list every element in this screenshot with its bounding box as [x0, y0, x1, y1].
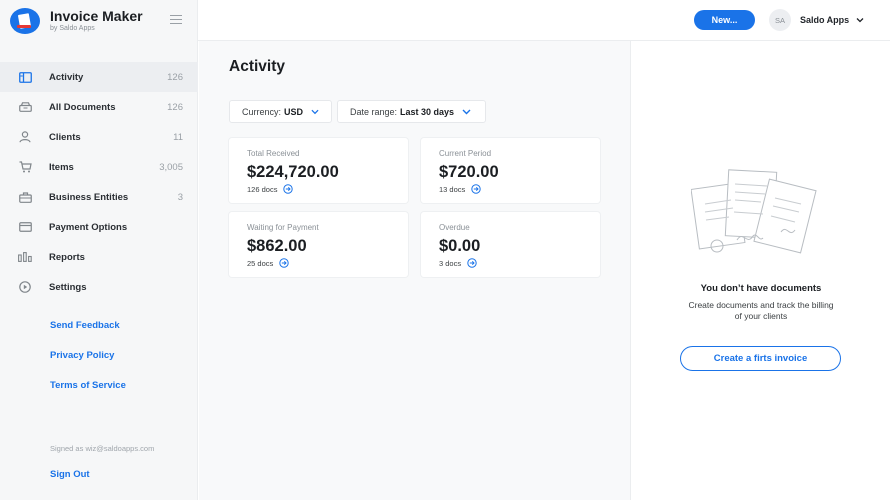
documents-icon — [18, 100, 32, 114]
arrow-right-circle-icon[interactable] — [279, 258, 289, 268]
bar-chart-icon — [18, 250, 32, 264]
cart-icon — [18, 160, 32, 174]
arrow-right-circle-icon[interactable] — [283, 184, 294, 194]
documents-illustration-icon — [691, 169, 817, 254]
page-title: Activity — [229, 58, 285, 75]
stat-card-docs: 3 docs — [439, 258, 462, 268]
create-invoice-button[interactable]: Create a firts invoice — [680, 346, 841, 371]
signed-in-as: Signed as wiz@saldoapps.com — [50, 444, 155, 453]
stat-card-overdue[interactable]: Overdue $0.00 3 docs — [421, 212, 600, 277]
sidebar-item-count: 126 — [167, 71, 183, 83]
sidebar: Invoice Maker by Saldo Apps Activity 126… — [0, 0, 198, 500]
user-icon — [18, 130, 32, 144]
sidebar-item-count: 11 — [173, 131, 183, 143]
user-name: Saldo Apps — [800, 15, 850, 25]
sidebar-item-settings[interactable]: Settings — [0, 272, 198, 302]
empty-state-panel: You don’t have documents Create document… — [630, 41, 890, 500]
sidebar-item-all-documents[interactable]: All Documents 126 — [0, 92, 198, 122]
top-bar: New... SA Saldo Apps — [198, 0, 890, 41]
sidebar-item-label: Items — [49, 161, 74, 173]
stat-card-waiting-for-payment[interactable]: Waiting for Payment $862.00 25 docs — [229, 212, 408, 277]
stat-card-value: $0.00 — [439, 237, 481, 255]
invoice-maker-logo-icon — [10, 8, 40, 34]
brand[interactable]: Invoice Maker by Saldo Apps — [10, 7, 143, 35]
activity-icon — [18, 70, 32, 84]
currency-filter-value: USD — [284, 106, 304, 117]
sidebar-item-activity[interactable]: Activity 126 — [0, 62, 198, 92]
stat-card-value: $862.00 — [247, 237, 307, 255]
credit-card-icon — [18, 220, 32, 234]
sidebar-item-label: Activity — [49, 71, 84, 83]
chevron-down-icon — [462, 109, 471, 114]
sidebar-item-label: All Documents — [49, 101, 116, 113]
user-menu[interactable]: SA Saldo Apps — [769, 9, 864, 31]
sidebar-item-payment-options[interactable]: Payment Options — [0, 212, 198, 242]
arrow-right-circle-icon[interactable] — [471, 184, 481, 194]
avatar: SA — [769, 9, 791, 31]
sidebar-item-count: 3 — [177, 191, 183, 203]
stat-card-total-received[interactable]: Total Received $224,720.00 126 docs — [229, 138, 408, 203]
main-content: Activity Currency: USD Date range: Last … — [199, 41, 630, 500]
sidebar-item-reports[interactable]: Reports — [0, 242, 198, 272]
settings-icon — [18, 280, 32, 294]
chevron-down-icon — [311, 109, 319, 114]
stat-card-docs: 13 docs — [439, 184, 466, 194]
stat-card-label: Current Period — [439, 149, 492, 158]
empty-state-text: Create documents and track the billing o… — [688, 300, 834, 321]
app-window: Invoice Maker by Saldo Apps Activity 126… — [0, 0, 890, 500]
stat-card-value: $720.00 — [439, 163, 499, 181]
date-range-filter-label: Date range: — [350, 106, 398, 117]
sidebar-nav: Activity 126 All Documents 126 Clients 1… — [0, 62, 198, 302]
sidebar-item-business-entities[interactable]: Business Entities 3 — [0, 182, 198, 212]
sidebar-links: Send Feedback Privacy Policy Terms of Se… — [50, 318, 126, 408]
date-range-filter[interactable]: Date range: Last 30 days — [337, 100, 486, 123]
sidebar-item-items[interactable]: Items 3,005 — [0, 152, 198, 182]
sidebar-item-count: 126 — [167, 101, 183, 113]
sidebar-item-label: Settings — [49, 281, 87, 293]
terms-of-service-link[interactable]: Terms of Service — [50, 378, 126, 408]
currency-filter[interactable]: Currency: USD — [229, 100, 332, 123]
date-range-filter-value: Last 30 days — [400, 106, 455, 117]
menu-icon[interactable] — [170, 15, 182, 24]
currency-filter-label: Currency: — [242, 106, 282, 117]
new-button[interactable]: New... — [694, 10, 755, 30]
stat-card-current-period[interactable]: Current Period $720.00 13 docs — [421, 138, 600, 203]
stat-card-label: Waiting for Payment — [247, 223, 319, 232]
arrow-right-circle-icon[interactable] — [467, 258, 477, 268]
briefcase-icon — [18, 190, 32, 204]
stat-card-docs: 25 docs — [247, 258, 274, 268]
stat-card-label: Overdue — [439, 223, 470, 232]
sidebar-item-count: 3,005 — [159, 161, 183, 173]
brand-title: Invoice Maker — [50, 8, 143, 24]
empty-state-title: You don’t have documents — [700, 283, 822, 294]
sign-out-link[interactable]: Sign Out — [50, 469, 90, 480]
send-feedback-link[interactable]: Send Feedback — [50, 318, 126, 348]
sidebar-item-label: Payment Options — [49, 221, 128, 233]
stat-card-value: $224,720.00 — [247, 163, 339, 181]
chevron-down-icon — [856, 18, 864, 23]
sidebar-item-clients[interactable]: Clients 11 — [0, 122, 198, 152]
sidebar-item-label: Reports — [49, 251, 85, 263]
stat-card-docs: 126 docs — [247, 184, 278, 194]
sidebar-item-label: Business Entities — [49, 191, 129, 203]
privacy-policy-link[interactable]: Privacy Policy — [50, 348, 126, 378]
sidebar-item-label: Clients — [49, 131, 81, 143]
brand-subtitle: by Saldo Apps — [50, 25, 95, 32]
stat-card-label: Total Received — [247, 149, 300, 158]
